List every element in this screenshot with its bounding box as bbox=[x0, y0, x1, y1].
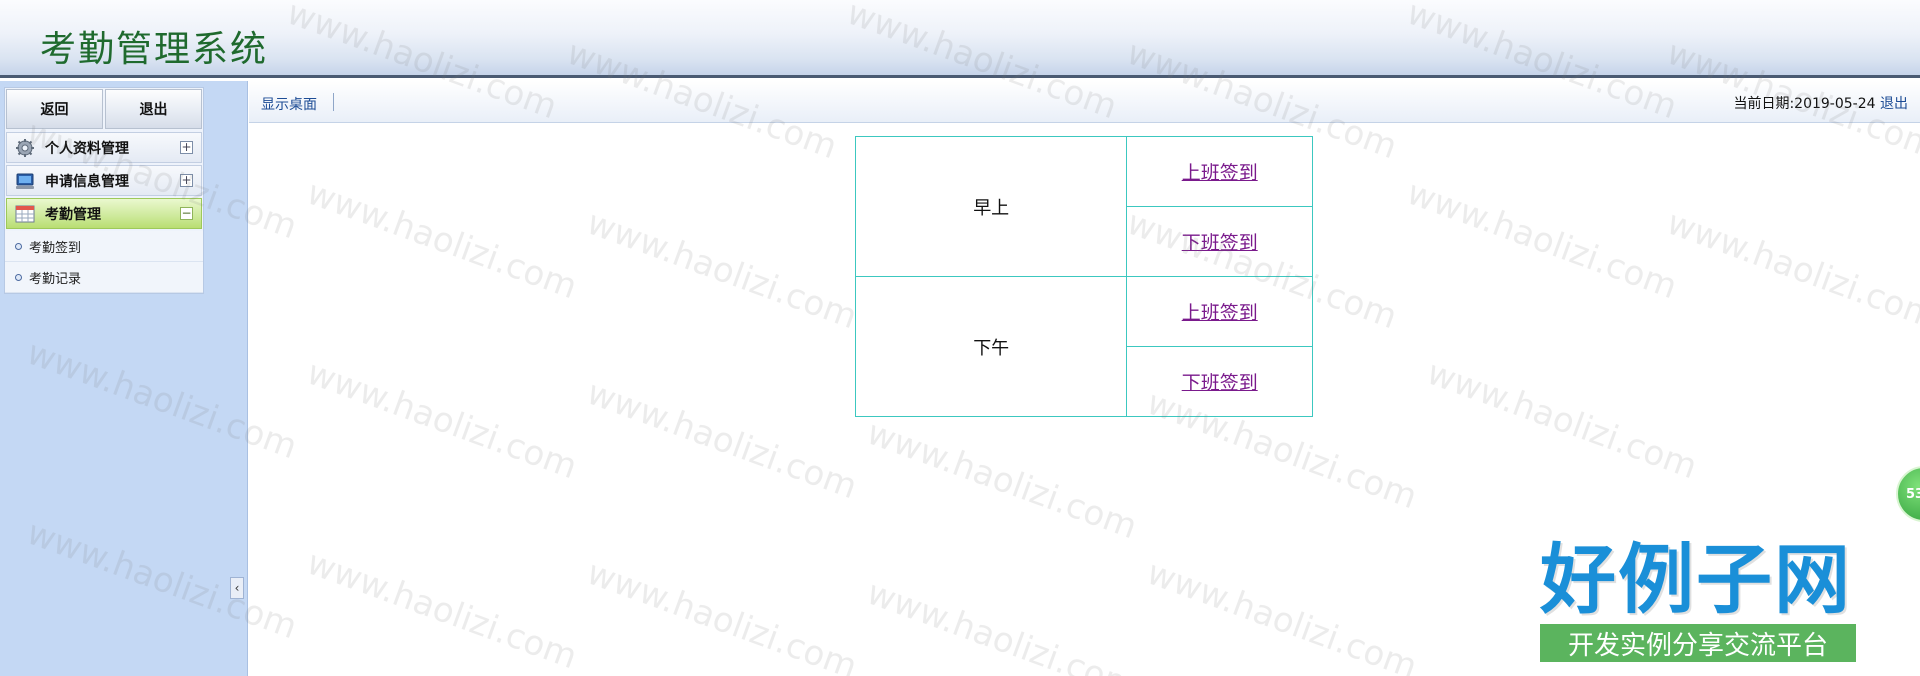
sidebar-top-buttons: 返回 退出 bbox=[5, 88, 203, 130]
menu-application-info[interactable]: 申请信息管理 + bbox=[6, 165, 202, 196]
watermark-text: www.haolizi.com bbox=[581, 202, 863, 338]
date-value: 2019-05-24 bbox=[1794, 96, 1876, 112]
app-title: 考勤管理系统 bbox=[40, 29, 269, 70]
logout-link[interactable]: 退出 bbox=[1880, 96, 1908, 112]
table-cell: 下班签到 bbox=[1126, 206, 1313, 277]
menu-label: 个人资料管理 bbox=[45, 140, 129, 157]
afternoon-check-out-link[interactable]: 下班签到 bbox=[1182, 372, 1258, 394]
watermark-text: www.haolizi.com bbox=[301, 352, 583, 488]
table-cell: 上班签到 bbox=[1126, 276, 1313, 347]
watermark-text: www.haolizi.com bbox=[1661, 202, 1920, 338]
table-row: 下午 上班签到 bbox=[854, 276, 1313, 417]
computer-icon bbox=[15, 171, 35, 191]
watermark-text: www.haolizi.com bbox=[1421, 352, 1703, 488]
menu-label: 考勤管理 bbox=[45, 206, 101, 223]
watermark-text: www.haolizi.com bbox=[1401, 172, 1683, 308]
morning-check-in-link[interactable]: 上班签到 bbox=[1182, 162, 1258, 184]
watermark-text: www.haolizi.com bbox=[861, 572, 1143, 676]
sidebar-item-label: 考勤记录 bbox=[29, 271, 82, 287]
afternoon-check-in-link[interactable]: 上班签到 bbox=[1182, 302, 1258, 324]
menu-personal-info[interactable]: 个人资料管理 + bbox=[6, 132, 202, 163]
expand-icon[interactable]: + bbox=[180, 174, 193, 187]
sidebar: 返回 退出 个人资料管理 + 申请信息管理 + 考勤管理 − 考勤签到 考勤记录… bbox=[0, 81, 248, 676]
floating-badge[interactable]: 53 bbox=[1896, 466, 1920, 522]
attendance-table: 早上 上班签到 下班签到 下午 上班签到 下班签到 bbox=[854, 136, 1313, 417]
table-cell: 下班签到 bbox=[1126, 346, 1313, 417]
show-desktop-link[interactable]: 显示桌面 bbox=[261, 94, 317, 114]
current-date: 当前日期:2019-05-24 退出 bbox=[1733, 93, 1908, 113]
toolbar-separator bbox=[333, 93, 334, 111]
bullet-icon bbox=[15, 242, 22, 250]
watermark-text: www.haolizi.com bbox=[1141, 552, 1423, 676]
menu-label: 申请信息管理 bbox=[45, 173, 129, 190]
table-cell: 上班签到 bbox=[1126, 136, 1313, 207]
period-afternoon: 下午 bbox=[854, 276, 1128, 417]
morning-check-out-link[interactable]: 下班签到 bbox=[1182, 232, 1258, 254]
back-button[interactable]: 返回 bbox=[6, 89, 103, 129]
calendar-icon bbox=[15, 204, 35, 224]
gear-icon bbox=[15, 138, 35, 158]
watermark-text: www.haolizi.com bbox=[301, 172, 583, 308]
sidebar-collapse-handle[interactable]: ‹ bbox=[230, 577, 244, 599]
sidebar-item-label: 考勤签到 bbox=[29, 240, 82, 256]
watermark-text: www.haolizi.com bbox=[861, 412, 1143, 548]
watermark-text: www.haolizi.com bbox=[581, 372, 863, 508]
date-label: 当前日期: bbox=[1733, 96, 1795, 112]
logout-button[interactable]: 退出 bbox=[105, 89, 202, 129]
logo-title: 好例子网 bbox=[1540, 535, 1852, 624]
bullet-icon bbox=[15, 273, 22, 281]
site-logo-watermark: 好例子网 开发实例分享交流平台 bbox=[1540, 540, 1860, 670]
period-morning: 早上 bbox=[854, 136, 1128, 277]
watermark-text: www.haolizi.com bbox=[581, 552, 863, 676]
sidebar-panel: 返回 退出 个人资料管理 + 申请信息管理 + 考勤管理 − 考勤签到 考勤记录 bbox=[4, 87, 204, 294]
logo-tagline: 开发实例分享交流平台 bbox=[1540, 624, 1856, 662]
sidebar-item-attendance-records[interactable]: 考勤记录 bbox=[5, 262, 203, 293]
collapse-icon[interactable]: − bbox=[180, 207, 193, 220]
table-row: 早上 上班签到 bbox=[854, 136, 1313, 277]
menu-attendance[interactable]: 考勤管理 − bbox=[6, 198, 202, 229]
app-header: 考勤管理系统 bbox=[0, 0, 1920, 78]
content-toolbar: 显示桌面 当前日期:2019-05-24 退出 bbox=[249, 81, 1920, 123]
expand-icon[interactable]: + bbox=[180, 141, 193, 154]
sidebar-item-attendance-checkin[interactable]: 考勤签到 bbox=[5, 231, 203, 262]
watermark-text: www.haolizi.com bbox=[301, 542, 583, 676]
